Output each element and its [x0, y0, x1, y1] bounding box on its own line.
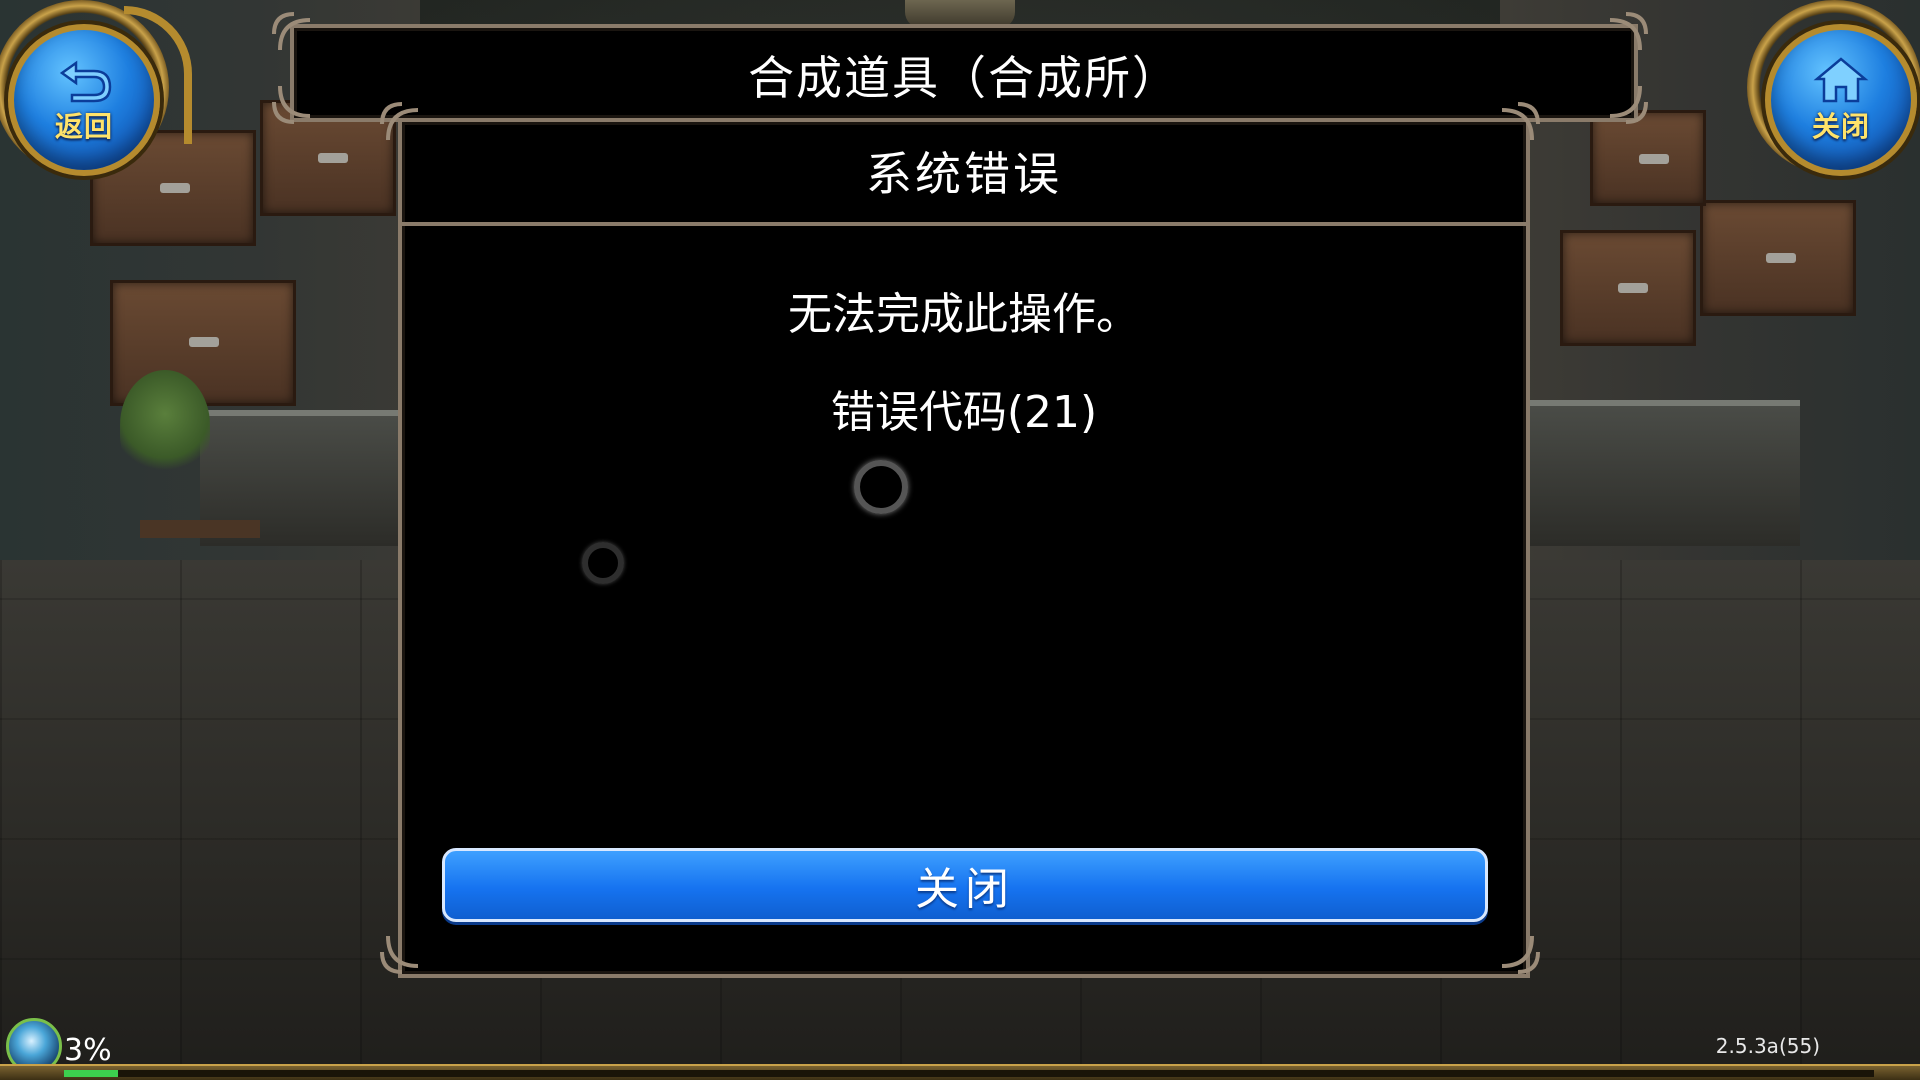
drawer — [1560, 230, 1696, 346]
version-label: 2.5.3a(55) — [1715, 1034, 1820, 1058]
error-code: 错误代码(21) — [830, 387, 1098, 438]
progress-percent: 3% — [64, 1033, 112, 1068]
dialog-header: 系统错误 — [402, 122, 1526, 226]
corner-ornament — [1609, 12, 1648, 51]
system-error-dialog: 系统错误 无法完成此操作。 错误代码(21) 关闭 — [398, 118, 1530, 978]
corner-ornament — [1609, 85, 1648, 124]
potted-plant — [120, 370, 210, 480]
display-case — [1520, 400, 1800, 546]
back-button[interactable]: 返回 — [0, 0, 192, 176]
bottom-status-bar — [0, 1064, 1920, 1080]
home-icon — [1811, 55, 1871, 105]
screen-title-banner: 合成道具（合成所） — [290, 24, 1638, 122]
drawer — [1700, 200, 1856, 316]
close-home-button[interactable]: 关闭 — [1747, 0, 1920, 176]
progress-fill — [64, 1070, 119, 1077]
side-table — [140, 520, 260, 538]
dialog-title: 系统错误 — [866, 147, 1062, 201]
corner-ornament — [380, 102, 419, 141]
back-button-disc[interactable]: 返回 — [8, 24, 160, 176]
close-home-button-disc[interactable]: 关闭 — [1765, 24, 1917, 176]
dialog-close-button[interactable]: 关闭 — [442, 848, 1488, 922]
error-message: 无法完成此操作。 — [788, 289, 1140, 340]
loading-ring-icon — [582, 542, 624, 584]
corner-ornament — [272, 12, 311, 51]
corner-ornament — [1501, 102, 1540, 141]
corner-ornament — [380, 935, 419, 974]
progress-track — [64, 1070, 1874, 1077]
close-home-button-label: 关闭 — [1811, 110, 1870, 143]
screen-title: 合成道具（合成所） — [748, 51, 1180, 105]
corner-ornament — [272, 85, 311, 124]
corner-ornament — [1501, 935, 1540, 974]
back-button-label: 返回 — [54, 110, 113, 143]
back-arrow-icon — [54, 55, 114, 105]
loading-ring-icon — [854, 460, 908, 514]
